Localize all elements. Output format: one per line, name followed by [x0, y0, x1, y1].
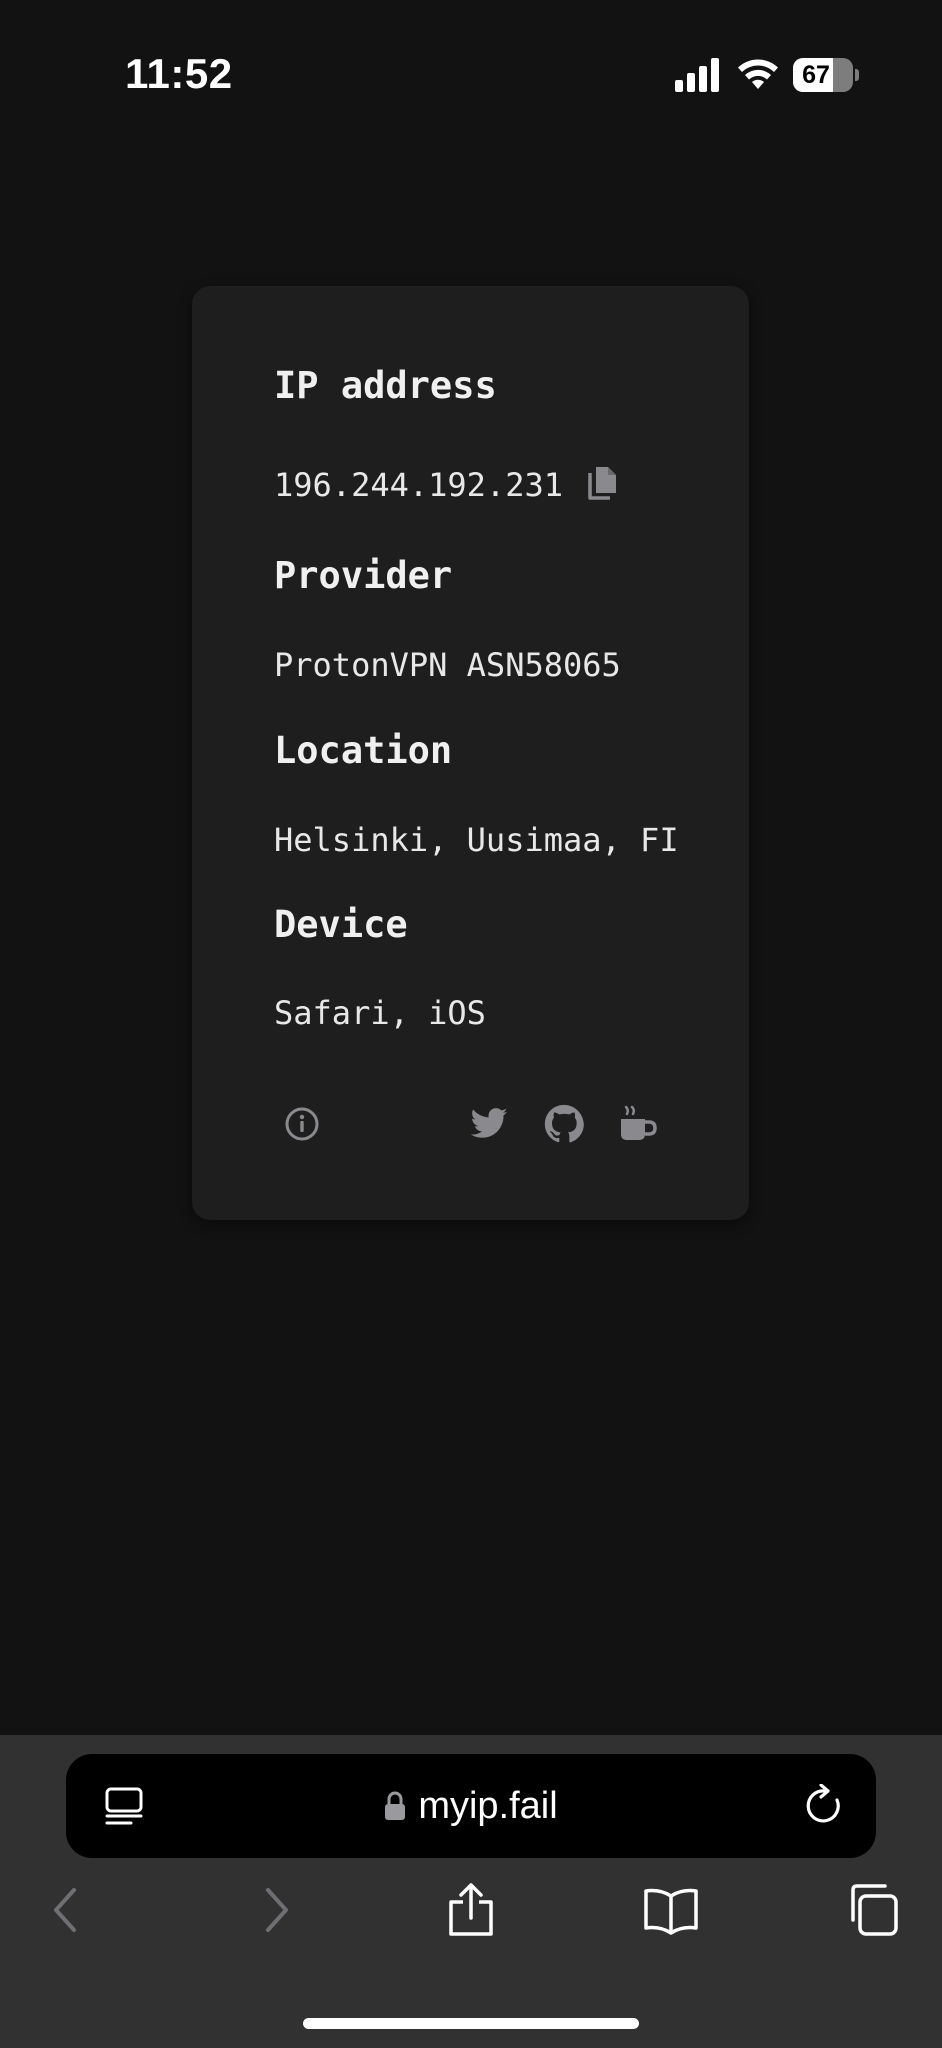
bookmarks-icon[interactable]	[643, 1882, 699, 1938]
battery-percent: 67	[802, 61, 830, 89]
device-heading: Device	[274, 903, 408, 946]
reload-icon[interactable]	[804, 1784, 846, 1828]
share-icon[interactable]	[443, 1882, 499, 1938]
copy-icon[interactable]	[586, 464, 620, 502]
home-indicator[interactable]	[303, 2018, 639, 2029]
github-icon[interactable]	[544, 1104, 584, 1144]
lock-icon	[385, 1791, 406, 1820]
battery-cap	[855, 69, 859, 81]
address-center: myip.fail	[66, 1754, 876, 1858]
url-text: myip.fail	[418, 1784, 558, 1827]
info-icon[interactable]	[282, 1104, 322, 1144]
battery-icon: 67	[793, 58, 859, 92]
forward-icon[interactable]	[246, 1882, 302, 1938]
back-icon[interactable]	[40, 1882, 96, 1938]
status-time: 11:52	[125, 50, 233, 97]
screen: 11:52 67 IP address 196.244.192.231 Prov…	[0, 0, 942, 2048]
provider-value: ProtonVPN ASN58065	[274, 646, 621, 684]
provider-heading: Provider	[274, 554, 453, 597]
location-value: Helsinki, Uusimaa, FI	[274, 821, 679, 859]
location-heading: Location	[274, 729, 453, 772]
tabs-icon[interactable]	[843, 1882, 899, 1938]
address-bar[interactable]: myip.fail	[66, 1754, 876, 1858]
signal-icon	[675, 58, 719, 92]
battery-body: 67	[793, 58, 853, 92]
device-value: Safari, iOS	[274, 994, 486, 1032]
coffee-icon[interactable]	[618, 1104, 658, 1144]
ip-address-value[interactable]: 196.244.192.231	[274, 466, 563, 504]
browser-toolbar: myip.fail	[0, 1735, 942, 2048]
twitter-icon[interactable]	[469, 1104, 509, 1144]
wifi-icon	[738, 59, 778, 89]
status-bar: 11:52 67	[0, 0, 942, 150]
ip-address-heading: IP address	[274, 364, 497, 407]
ip-info-card: IP address 196.244.192.231 Provider Prot…	[192, 286, 749, 1220]
